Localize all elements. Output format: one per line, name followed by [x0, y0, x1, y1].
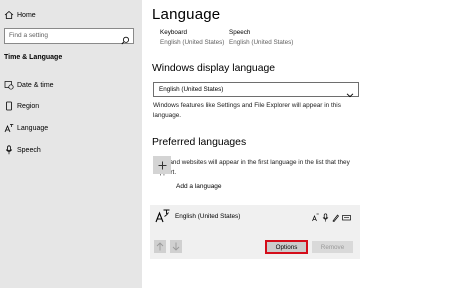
- section-title: Time & Language: [4, 54, 63, 61]
- search-input[interactable]: Find a setting: [4, 28, 134, 45]
- chevron-down-icon: [346, 86, 354, 98]
- sidebar: Home Find a setting Time & Language Date…: [0, 0, 142, 288]
- display-language-dropdown[interactable]: English (United States): [153, 82, 359, 98]
- sidebar-item-label: Language: [17, 124, 49, 132]
- move-down-button[interactable]: [170, 240, 182, 253]
- sidebar-item-language[interactable]: Language: [0, 118, 142, 138]
- preferred-languages-heading: Preferred languages: [152, 137, 247, 148]
- handwriting-icon: [332, 209, 339, 222]
- arrow-down-icon: [172, 242, 180, 251]
- add-language-label[interactable]: Add a language: [176, 183, 222, 190]
- display-language-heading: Windows display language: [152, 63, 276, 74]
- keyboard-icon: [342, 209, 351, 221]
- sidebar-item-label: Speech: [17, 146, 41, 154]
- quick-link-heading: Speech: [229, 29, 251, 36]
- language-list-item[interactable]: English (United States) Options Remove: [150, 205, 360, 259]
- sidebar-item-label: Home: [17, 11, 36, 19]
- language-icon: [4, 123, 14, 133]
- plus-icon: [158, 161, 166, 169]
- globe-icon: [4, 101, 14, 111]
- home-icon: [4, 10, 14, 20]
- microphone-icon: [4, 145, 14, 155]
- search-icon[interactable]: [121, 32, 130, 45]
- language-glyph-icon: [155, 208, 171, 224]
- quick-link-heading: Keyboard: [160, 29, 187, 36]
- sidebar-item-home[interactable]: Home: [0, 5, 142, 25]
- add-language-button[interactable]: [153, 156, 171, 174]
- sidebar-item-date-time[interactable]: Date & time: [0, 75, 142, 95]
- speech-icon: [322, 209, 329, 222]
- display-language-icon: [312, 209, 319, 222]
- preferred-languages-note: Apps and websites will appear in the fir…: [153, 159, 350, 176]
- page-title: Language: [152, 6, 221, 23]
- quick-link-value: English (United States): [229, 38, 294, 46]
- quick-link-keyboard[interactable]: Keyboard English (United States): [160, 28, 224, 47]
- dropdown-value: English (United States): [159, 86, 224, 93]
- sidebar-item-label: Date & time: [17, 81, 54, 89]
- sidebar-item-label: Region: [17, 102, 40, 110]
- calendar-clock-icon: [4, 80, 14, 90]
- options-button[interactable]: Options: [265, 240, 308, 254]
- move-up-button[interactable]: [154, 240, 166, 253]
- sidebar-item-region[interactable]: Region: [0, 96, 142, 116]
- language-name: English (United States): [175, 213, 241, 220]
- sidebar-item-speech[interactable]: Speech: [0, 140, 142, 160]
- quick-link-speech[interactable]: Speech English (United States): [229, 28, 293, 47]
- remove-button[interactable]: Remove: [312, 241, 353, 253]
- display-language-note: Windows features like Settings and File …: [153, 102, 341, 119]
- quick-link-value: English (United States): [160, 38, 225, 46]
- search-placeholder: Find a setting: [9, 32, 49, 39]
- arrow-up-icon: [156, 242, 164, 251]
